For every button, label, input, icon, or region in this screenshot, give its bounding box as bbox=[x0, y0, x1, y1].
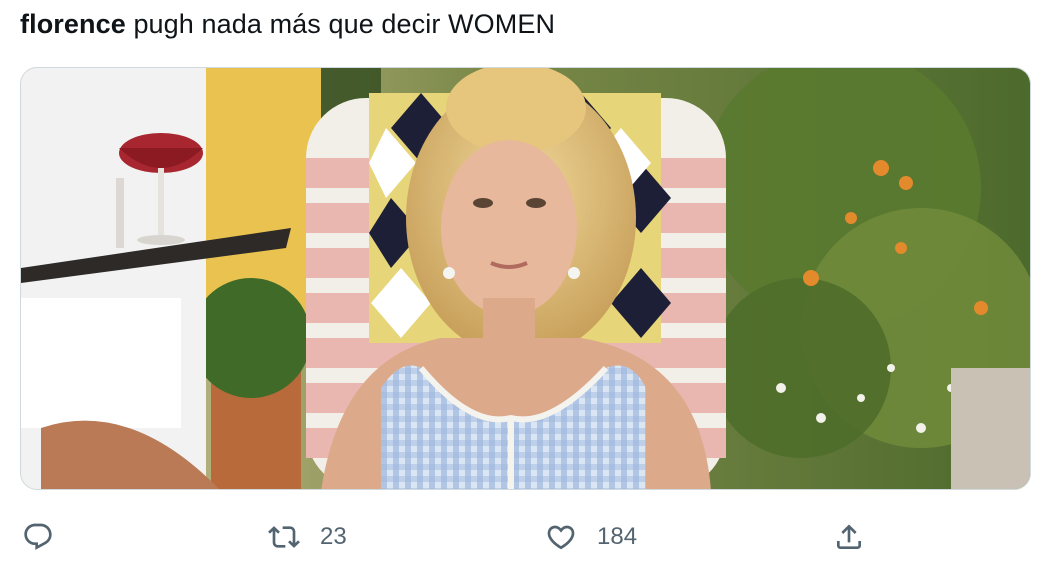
reply-icon bbox=[24, 523, 52, 550]
tweet-media-image[interactable] bbox=[20, 67, 1031, 490]
tweet-text-rest: pugh nada más que decir WOMEN bbox=[125, 9, 556, 39]
retweet-icon bbox=[268, 526, 300, 548]
tweet-text: florence pugh nada más que decir WOMEN bbox=[20, 6, 555, 42]
retweet-button[interactable]: 23 bbox=[268, 512, 347, 562]
share-button[interactable] bbox=[833, 512, 865, 562]
like-count: 184 bbox=[597, 523, 638, 550]
tweet-actions: 23 184 bbox=[0, 512, 1064, 562]
heart-icon bbox=[547, 525, 575, 550]
retweet-count: 23 bbox=[320, 523, 347, 550]
media-illustration bbox=[21, 68, 1030, 489]
share-icon bbox=[837, 524, 861, 549]
reply-button[interactable] bbox=[22, 512, 54, 562]
tweet-text-bold: florence bbox=[20, 9, 126, 39]
like-button[interactable]: 184 bbox=[545, 512, 637, 562]
